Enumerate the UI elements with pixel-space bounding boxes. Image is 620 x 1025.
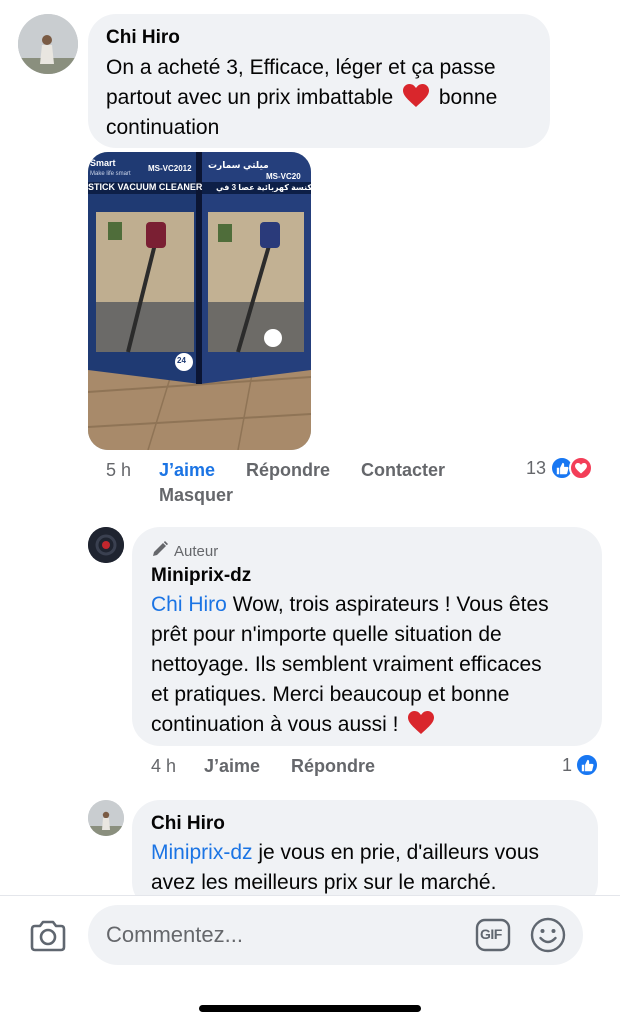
avatar-photo <box>18 14 78 74</box>
hide-button[interactable]: Masquer <box>159 485 233 506</box>
comment-input-placeholder: Commentez... <box>106 922 243 947</box>
comment-text-segment: je vous en prie, d'ailleurs vous <box>258 841 540 864</box>
comment-text-line: avez les meilleurs prix sur le marché. <box>151 871 497 894</box>
box-brand: Smart <box>90 158 116 168</box>
comment-text-line: On a acheté 3, Efficace, léger et ça pas… <box>106 56 496 79</box>
comment-text-line: nettoyage. Ils semblent vraiment efficac… <box>151 653 542 676</box>
heart-emoji-icon <box>403 84 430 117</box>
comment-text-line: prêt pour n'importe quelle situation de <box>151 623 502 646</box>
love-reaction-icon <box>569 456 594 480</box>
gif-label: GIF <box>480 926 502 942</box>
like-reaction-icon <box>575 753 600 777</box>
box-arabic-title: مكنسة كهربائية عصا 3 في <box>216 183 311 192</box>
comment-text-segment: bonne <box>438 86 498 109</box>
box-model-2: MS-VC20 <box>266 172 301 181</box>
comment-text-segment: continuation à vous aussi ! <box>151 713 399 736</box>
mention-link[interactable]: Chi Hiro <box>151 593 227 616</box>
comment-text-segment: Wow, trois aspirateurs ! Vous êtes <box>232 593 549 616</box>
camera-icon[interactable] <box>28 916 68 956</box>
comment-photo[interactable]: Smart Make life smart MS-VC2012 STICK VA… <box>88 152 311 450</box>
comment-input[interactable]: Commentez... GIF <box>88 905 583 965</box>
box-title: STICK VACUUM CLEANER <box>88 182 203 192</box>
reactions-summary[interactable]: 13 <box>526 456 594 480</box>
heart-emoji-icon <box>408 711 435 744</box>
comment-text-line: Miniprix-dz je vous en prie, d'ailleurs … <box>151 838 539 868</box>
pencil-icon <box>151 540 169 562</box>
reaction-count: 1 <box>562 754 573 775</box>
comment-text-line: continuation <box>106 116 220 139</box>
like-button[interactable]: J’aime <box>204 756 260 777</box>
page-logo-icon <box>88 527 124 563</box>
author-badge-label: Auteur <box>174 542 219 560</box>
comment-text-line: partout avec un prix imbattable bonne <box>106 83 497 117</box>
comment-text-segment: partout avec un prix imbattable <box>106 86 394 109</box>
comment-text-line: Chi Hiro Wow, trois aspirateurs ! Vous ê… <box>151 590 549 620</box>
comment-time: 5 h <box>106 460 132 480</box>
comment-author[interactable]: Chi Hiro <box>151 813 225 835</box>
box-model: MS-VC2012 <box>148 164 192 173</box>
avatar[interactable] <box>88 527 124 563</box>
avatar[interactable] <box>18 14 78 74</box>
avatar[interactable] <box>88 800 124 836</box>
reaction-count: 13 <box>526 457 547 478</box>
mention-link[interactable]: Miniprix-dz <box>151 841 253 864</box>
author-badge: Auteur <box>151 540 218 562</box>
comment-text-line: et pratiques. Merci beaucoup et bonne <box>151 683 510 706</box>
comment-author[interactable]: Miniprix-dz <box>151 565 251 587</box>
avatar-photo <box>88 800 124 836</box>
comment-time: 4 h <box>151 756 177 776</box>
smiley-icon[interactable] <box>529 916 567 954</box>
reactions-summary[interactable]: 1 <box>562 753 600 777</box>
box-arabic-brand: ميلتي سمارت <box>208 160 269 170</box>
contact-button[interactable]: Contacter <box>361 460 445 481</box>
home-indicator <box>199 1005 421 1012</box>
reply-button[interactable]: Répondre <box>246 460 330 481</box>
box-slogan: Make life smart <box>90 171 131 177</box>
reply-button[interactable]: Répondre <box>291 756 375 777</box>
comment-author[interactable]: Chi Hiro <box>106 27 180 49</box>
vacuum-boxes-image <box>88 152 311 450</box>
box-badge: 24 <box>177 356 186 365</box>
like-button[interactable]: J’aime <box>159 460 215 481</box>
composer-bar: Commentez... GIF <box>0 895 620 1025</box>
gif-icon[interactable]: GIF <box>475 918 511 952</box>
comment-text-line: continuation à vous aussi ! <box>151 710 435 744</box>
